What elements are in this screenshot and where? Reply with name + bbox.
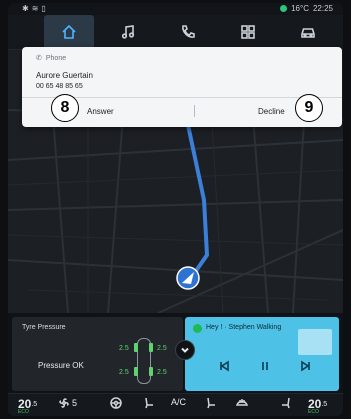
tyre-pressure-widget[interactable]: Tyre Pressure Pressure OK 2.5 2.5 2.5 2.… xyxy=(12,317,183,391)
ac-label: A/C xyxy=(171,397,187,407)
left-eco-label: ECO xyxy=(18,409,29,415)
caller-number: 00 65 48 85 65 xyxy=(36,83,83,90)
callout-badge-answer: 8 xyxy=(51,94,79,122)
climate-bar: 20.5 ECO 5 A/C 20.5 ECO xyxy=(8,393,343,416)
tyre-pressure-title: Tyre Pressure xyxy=(22,324,66,331)
steering-heat-button[interactable] xyxy=(110,397,122,409)
windshield-defrost-button[interactable] xyxy=(236,397,248,409)
seat-heat-button[interactable] xyxy=(143,397,155,409)
left-temp-decimal: .5 xyxy=(31,400,38,408)
outside-temperature: 16°C xyxy=(291,4,309,13)
tyre-pressure-status: Pressure OK xyxy=(38,361,84,370)
passenger-seat-button[interactable] xyxy=(280,397,292,409)
seat-heat-right-button[interactable] xyxy=(205,397,217,409)
nav-vehicle[interactable] xyxy=(283,15,333,49)
home-icon xyxy=(62,24,76,39)
fan-speed[interactable]: 5 xyxy=(58,397,77,409)
fan-icon xyxy=(59,398,69,408)
front-left-pressure: 2.5 xyxy=(119,345,129,352)
seat-icon xyxy=(145,397,153,409)
spotify-icon xyxy=(193,324,202,333)
previous-track-button[interactable] xyxy=(217,359,231,373)
phone-small-icon: ✆ xyxy=(36,55,42,62)
rear-right-wheel-icon xyxy=(149,367,153,376)
track-title: Hey ! · Stephen Walking xyxy=(206,324,282,331)
rear-right-pressure: 2.5 xyxy=(157,369,167,376)
fan-speed-value: 5 xyxy=(72,398,78,408)
passenger-seat-icon xyxy=(282,397,290,409)
nav-home[interactable] xyxy=(44,15,94,49)
right-eco-label: ECO xyxy=(308,409,319,415)
nav-music[interactable] xyxy=(103,15,153,49)
rear-left-pressure: 2.5 xyxy=(119,369,129,376)
wifi-icon: ≋ xyxy=(31,4,42,13)
connection-status-icon xyxy=(280,5,288,12)
expand-widgets-button[interactable] xyxy=(175,340,195,360)
answer-button[interactable]: Answer xyxy=(87,107,114,116)
phone-icon xyxy=(182,25,195,38)
caller-name: Aurore Guertain xyxy=(36,71,93,80)
right-temp-decimal: .5 xyxy=(321,400,328,408)
album-art xyxy=(298,329,332,355)
steering-wheel-icon xyxy=(110,397,122,409)
seat-heat-icon xyxy=(207,397,215,409)
pause-icon xyxy=(262,362,268,370)
decline-button[interactable]: Decline xyxy=(258,107,285,116)
phone-link-icon: ▯ xyxy=(41,4,49,13)
pause-button[interactable] xyxy=(258,359,272,373)
callout-badge-decline: 9 xyxy=(295,94,323,122)
defrost-icon xyxy=(236,399,248,406)
skip-next-icon xyxy=(301,360,310,372)
front-left-wheel-icon xyxy=(134,343,138,352)
call-source: ✆ Phone xyxy=(36,54,67,63)
front-right-pressure: 2.5 xyxy=(157,345,167,352)
status-bar: ✱≋▯ 16°C 22:25 xyxy=(8,3,343,15)
main-nav-bar xyxy=(8,15,343,50)
nav-apps[interactable] xyxy=(223,15,273,49)
front-right-wheel-icon xyxy=(149,343,153,352)
media-player-widget[interactable]: Hey ! · Stephen Walking xyxy=(185,317,339,391)
next-track-button[interactable] xyxy=(299,359,313,373)
car-icon xyxy=(301,28,315,38)
clock: 22:25 xyxy=(312,4,333,13)
skip-previous-icon xyxy=(220,360,229,372)
status-icons: ✱≋▯ xyxy=(22,4,49,13)
infotainment-screen: ✱≋▯ 16°C 22:25 ✆ Phone Aurore Guertain 0… xyxy=(8,3,343,416)
widgets-row: Tyre Pressure Pressure OK 2.5 2.5 2.5 2.… xyxy=(8,313,343,393)
ac-button[interactable]: A/C xyxy=(171,397,186,407)
nav-phone[interactable] xyxy=(163,15,213,49)
button-separator xyxy=(194,105,195,117)
chevron-down-icon xyxy=(181,347,189,353)
rear-left-wheel-icon xyxy=(134,367,138,376)
call-source-label: Phone xyxy=(45,54,67,62)
music-icon xyxy=(121,25,135,39)
bluetooth-icon: ✱ xyxy=(22,4,32,13)
apps-icon xyxy=(241,25,255,39)
